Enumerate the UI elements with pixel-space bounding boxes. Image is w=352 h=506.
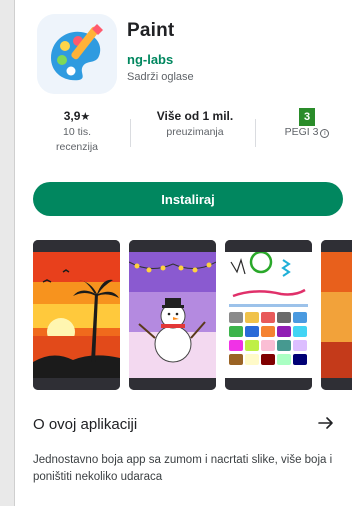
app-title: Paint [127, 20, 175, 41]
reviews-count: 10 tis. [62, 126, 91, 138]
toolbar [33, 240, 120, 252]
app-detail-page: Paint ng-labs Sadrži oglase 3,9★ 10 tis.… [14, 0, 352, 506]
arrow-right-icon[interactable] [315, 412, 337, 434]
partial-screenshot[interactable] [321, 240, 352, 390]
palette-icon [37, 14, 117, 94]
about-description: Jednostavno boja app sa zumom i nacrtati… [33, 454, 333, 483]
pegi-stat[interactable]: 3 PEGI 3i [265, 107, 349, 140]
rating-stat[interactable]: 3,9★ 10 tis. recenzija [37, 107, 117, 155]
downloads-label: preuzimanja [166, 126, 224, 138]
star-icon: ★ [80, 111, 91, 123]
app-stats-row: 3,9★ 10 tis. recenzija Više od 1 mil. pr… [29, 107, 349, 163]
toolbar [321, 378, 352, 390]
toolbar [225, 240, 312, 252]
toolbar [321, 240, 352, 252]
divider [255, 119, 256, 147]
screenshot-carousel[interactable] [33, 240, 352, 390]
toolbar [129, 240, 216, 252]
pegi-badge: 3 [299, 108, 315, 126]
toolbar [33, 378, 120, 390]
sunset-palm-screenshot[interactable] [33, 240, 120, 390]
install-button[interactable]: Instaliraj [33, 182, 343, 216]
toolbar [225, 378, 312, 390]
downloads-stat: Više od 1 mil. preuzimanja [147, 107, 243, 140]
developer-link[interactable]: ng-labs [127, 52, 173, 67]
toolbar [129, 378, 216, 390]
divider [130, 119, 131, 147]
ads-note: Sadrži oglase [127, 71, 194, 83]
downloads-value: Više od 1 mil. [156, 109, 234, 123]
rating-value: 3,9 [63, 109, 81, 123]
pegi-label: PEGI 3 [284, 126, 319, 138]
info-icon[interactable]: i [320, 129, 330, 138]
snowman-screenshot[interactable] [129, 240, 216, 390]
color-picker-screenshot[interactable] [225, 240, 312, 390]
reviews-label: recenzija [55, 141, 99, 153]
about-section-title[interactable]: O ovoj aplikaciji [33, 416, 137, 433]
